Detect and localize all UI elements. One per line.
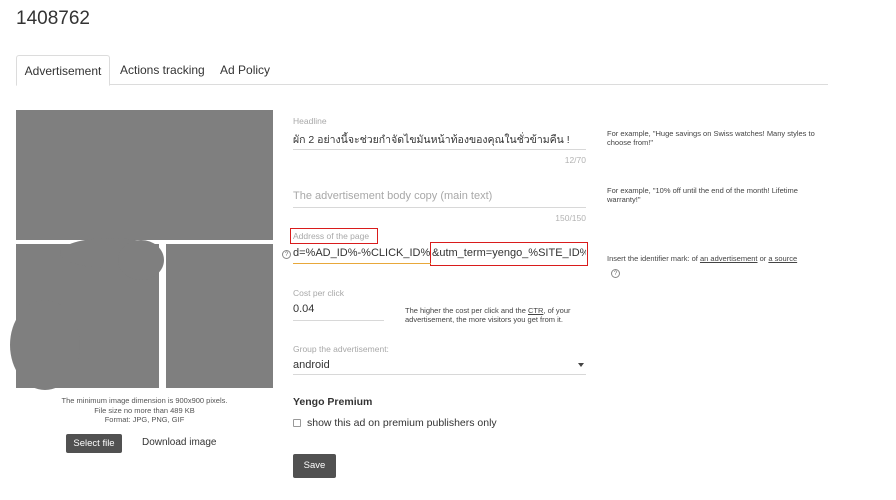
cpc-underline xyxy=(293,320,384,321)
tab-ad-policy[interactable]: Ad Policy xyxy=(220,55,270,86)
body-copy-underline xyxy=(293,207,586,208)
premium-checkbox-label[interactable]: show this ad on premium publishers only xyxy=(307,417,497,429)
address-input-left[interactable]: d=%AD_ID%-%CLICK_ID% xyxy=(293,247,431,259)
image-mask-blob xyxy=(10,300,80,390)
tab-actions-tracking[interactable]: Actions tracking xyxy=(120,55,205,86)
address-hint: Insert the identifier mark: of an advert… xyxy=(607,254,798,263)
download-image-link[interactable]: Download image xyxy=(142,437,217,448)
address-hint-help-icon[interactable]: ? xyxy=(611,269,620,278)
address-label: Address of the page xyxy=(293,231,370,241)
group-label: Group the advertisement: xyxy=(293,344,389,354)
group-underline xyxy=(293,374,586,375)
page-title: 1408762 xyxy=(16,8,90,29)
tab-advertisement[interactable]: Advertisement xyxy=(16,55,110,86)
ctr-link[interactable]: CTR xyxy=(528,306,543,315)
select-file-button[interactable]: Select file xyxy=(66,434,122,453)
premium-checkbox[interactable] xyxy=(293,419,301,427)
source-id-link[interactable]: a source xyxy=(768,254,797,263)
headline-label: Headline xyxy=(293,116,327,126)
body-copy-counter: 150/150 xyxy=(555,213,586,223)
headline-underline xyxy=(293,149,586,150)
headline-hint: For example, "Huge savings on Swiss watc… xyxy=(607,129,815,147)
advertisement-id-link[interactable]: an advertisement xyxy=(700,254,758,263)
cpc-label: Cost per click xyxy=(293,288,345,298)
image-mask-blob xyxy=(118,240,164,280)
premium-title: Yengo Premium xyxy=(293,396,373,408)
cpc-hint: The higher the cost per click and the CT… xyxy=(405,306,571,324)
headline-counter: 12/70 xyxy=(564,155,586,165)
address-underline xyxy=(293,263,431,264)
body-copy-hint: For example, "10% off until the end of t… xyxy=(607,186,798,204)
help-icon[interactable]: ? xyxy=(282,250,291,259)
group-select[interactable]: android xyxy=(293,359,573,371)
cpc-input[interactable]: 0.04 xyxy=(293,303,383,315)
address-value-highlight xyxy=(430,242,588,266)
image-preview-portrait xyxy=(166,244,273,388)
image-preview-main xyxy=(16,110,273,240)
body-copy-input[interactable]: The advertisement body copy (main text) xyxy=(293,190,585,202)
headline-input[interactable]: ผัก 2 อย่างนี้จะช่วยกำจัดไขมันหน้าท้องขอ… xyxy=(293,131,585,148)
save-button[interactable]: Save xyxy=(293,454,336,478)
tab-bar: Advertisement Actions tracking Ad Policy xyxy=(16,55,828,86)
image-requirements: The minimum image dimension is 900x900 p… xyxy=(61,396,228,424)
chevron-down-icon[interactable] xyxy=(578,363,584,367)
